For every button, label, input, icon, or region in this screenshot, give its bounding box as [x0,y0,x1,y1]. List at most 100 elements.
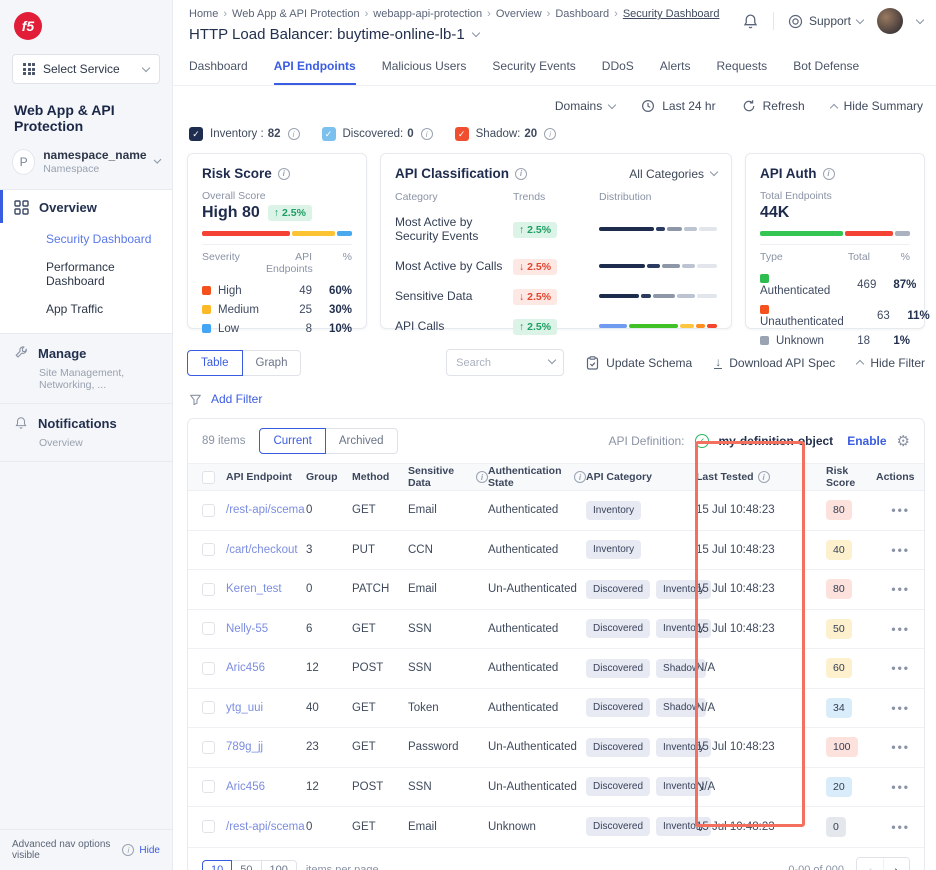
inventory-checkbox[interactable]: ✓ [189,127,203,141]
endpoint-link[interactable]: Aric456 [226,781,306,793]
enable-button[interactable]: Enable [847,434,886,448]
row-checkbox[interactable] [202,543,215,556]
sidebar-item-app-traffic[interactable]: App Traffic [46,295,172,323]
trends-column-header: Trends [513,191,599,207]
row-actions-menu-icon[interactable]: ••• [891,780,910,794]
row-actions-menu-icon[interactable]: ••• [891,503,910,517]
discovered-label: Discovered: [343,128,404,140]
sidebar-section-overview: Overview Security Dashboard Performance … [0,190,172,334]
tab-requests[interactable]: Requests [716,59,767,85]
shadow-checkbox[interactable]: ✓ [455,127,469,141]
tab-api-endpoints[interactable]: API Endpoints [274,59,356,85]
endpoint-link[interactable]: Aric456 [226,662,306,674]
api-endpoints-table: 89 items Current Archived API Definition… [187,418,925,870]
gear-icon[interactable]: ⚙ [897,432,910,450]
table-row: 789g_jj 23GET PasswordUn-Authenticated D… [188,728,924,768]
endpoint-link[interactable]: ytg_uui [226,702,306,714]
tab-dashboard[interactable]: Dashboard [189,59,248,85]
download-api-spec-button[interactable]: ↓ Download API Spec [714,356,835,370]
breadcrumb-overview[interactable]: Overview [496,8,556,20]
select-service-dropdown[interactable]: Select Service [12,54,160,84]
notifications-bell-icon[interactable] [742,13,759,30]
sidebar-item-security-dashboard[interactable]: Security Dashboard [46,225,172,253]
last-tested-value: 15 Jul 10:48:23 [696,623,816,635]
tab-alerts[interactable]: Alerts [660,59,691,85]
search-input[interactable] [446,349,564,376]
support-menu[interactable]: Support [788,14,863,29]
tab-security-events[interactable]: Security Events [492,59,575,85]
row-checkbox[interactable] [202,662,215,675]
row-actions-menu-icon[interactable]: ••• [891,543,910,557]
refresh-button[interactable]: Refresh [742,99,805,113]
chevron-down-icon[interactable] [471,29,479,37]
select-all-checkbox[interactable] [202,471,215,484]
endpoint-link[interactable]: /rest-api/scema [226,821,306,833]
api-definition-label: API Definition: [608,434,684,448]
sidebar-item-overview[interactable]: Overview [0,190,172,223]
refresh-icon [742,99,756,113]
endpoint-link[interactable]: /cart/checkout [226,544,306,556]
all-categories-dropdown[interactable]: All Categories [629,167,717,181]
time-range-selector[interactable]: Last 24 hr [641,99,715,113]
endpoint-link[interactable]: /rest-api/scema [226,504,306,516]
last-tested-value: N/A [696,702,816,714]
row-checkbox[interactable] [202,820,215,833]
breadcrumb-security-dashboard[interactable]: Security Dashboard [623,8,720,20]
endpoint-link[interactable]: Keren_test [226,583,306,595]
page-size-selector: 10 50 100 [202,860,297,870]
current-view-button[interactable]: Current [259,428,325,454]
hide-nav-link[interactable]: Hide [139,845,160,856]
tab-malicious-users[interactable]: Malicious Users [382,59,467,85]
prev-page-button[interactable]: ‹ [857,858,883,870]
endpoint-link[interactable]: 789g_jj [226,741,306,753]
row-checkbox[interactable] [202,701,215,714]
distribution-bar [599,227,717,231]
risk-trend-badge: ↑ 2.5% [268,205,312,221]
graph-view-button[interactable]: Graph [243,350,302,376]
bell-icon [14,416,28,430]
table-view-button[interactable]: Table [187,350,243,376]
breadcrumb-dashboard[interactable]: Dashboard [555,8,623,20]
row-checkbox[interactable] [202,780,215,793]
endpoint-link[interactable]: Nelly-55 [226,623,306,635]
add-filter-button[interactable]: Add Filter [173,376,936,406]
row-actions-menu-icon[interactable]: ••• [891,622,910,636]
tab-ddos[interactable]: DDoS [602,59,634,85]
row-actions-menu-icon[interactable]: ••• [891,701,910,715]
row-actions-menu-icon[interactable]: ••• [891,661,910,675]
archived-view-button[interactable]: Archived [326,428,398,454]
user-avatar[interactable] [877,8,903,34]
distribution-bar [599,264,717,268]
breadcrumb-waap[interactable]: Web App & API Protection [232,8,373,20]
breadcrumb-home[interactable]: Home [189,8,232,20]
domains-dropdown[interactable]: Domains [555,99,615,113]
page-size-10[interactable]: 10 [202,860,232,870]
row-checkbox[interactable] [202,741,215,754]
hide-summary-toggle[interactable]: Hide Summary [831,99,923,113]
api-definition-value: my-definition-object [719,434,834,448]
sidebar-item-performance-dashboard[interactable]: Performance Dashboard [46,253,172,295]
chevron-down-icon[interactable] [916,15,924,23]
tab-bot-defense[interactable]: Bot Defense [793,59,859,85]
sidebar-item-notifications[interactable]: Notifications Overview [0,404,172,462]
auth-row-unauthenticated: Unauthenticated 6311% [760,300,910,331]
row-actions-menu-icon[interactable]: ••• [891,582,910,596]
discovered-checkbox[interactable]: ✓ [322,127,336,141]
manage-label: Manage [38,346,86,361]
row-actions-menu-icon[interactable]: ••• [891,820,910,834]
breadcrumb-webapp-api-protection[interactable]: webapp-api-protection [373,8,496,20]
namespace-selector[interactable]: P namespace_name Namespace [0,144,172,190]
row-checkbox[interactable] [202,583,215,596]
sidebar-item-manage[interactable]: Manage Site Management, Networking, ... [0,334,172,404]
next-page-button[interactable]: › [883,858,909,870]
row-checkbox[interactable] [202,504,215,517]
update-schema-button[interactable]: Update Schema [586,356,692,370]
page-size-50[interactable]: 50 [232,860,261,870]
hide-filter-toggle[interactable]: Hide Filter [857,356,925,370]
row-checkbox[interactable] [202,622,215,635]
page-size-100[interactable]: 100 [262,860,297,870]
chevron-down-icon [142,63,150,71]
col-api-endpoint: API Endpoint [226,471,306,483]
row-actions-menu-icon[interactable]: ••• [891,740,910,754]
info-icon: i [288,128,300,140]
